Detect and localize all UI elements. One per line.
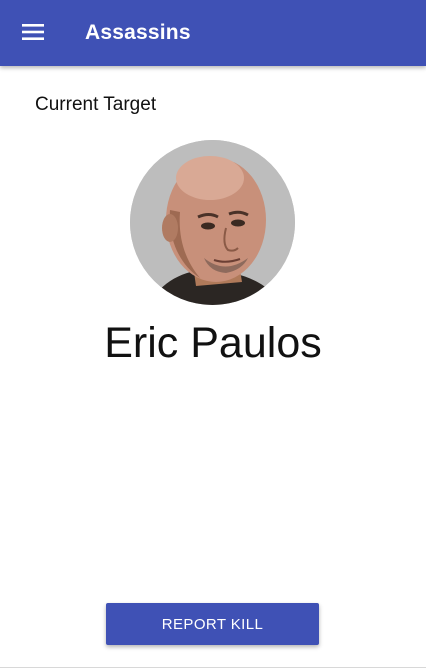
- hamburger-menu-icon: [22, 23, 44, 45]
- menu-button[interactable]: [14, 15, 52, 53]
- app-screen: Assassins Current Target Eric Paulos REP…: [0, 0, 426, 671]
- target-avatar: [130, 140, 295, 305]
- target-name: Eric Paulos: [104, 319, 322, 367]
- app-title: Assassins: [85, 21, 191, 44]
- app-bar: Assassins: [0, 0, 426, 66]
- current-target-label: Current Target: [35, 94, 157, 115]
- report-kill-button[interactable]: REPORT KILL: [106, 603, 319, 645]
- bottom-divider: [0, 667, 426, 668]
